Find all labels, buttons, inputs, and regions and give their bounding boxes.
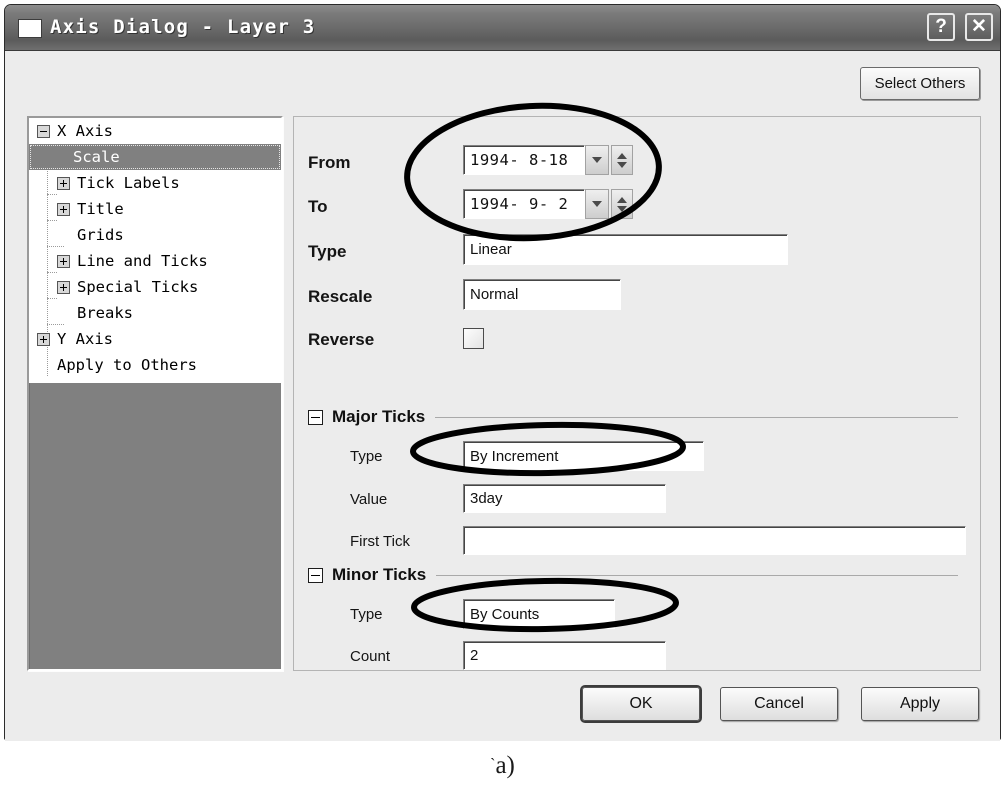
tree-connector-lineticks (47, 272, 57, 273)
rescale-combobox[interactable]: Normal (463, 279, 621, 310)
screenshot-root: Axis Dialog - Layer 3 ? ✕ Select Others (0, 0, 1005, 786)
collapse-minus-icon[interactable] (308, 567, 323, 583)
apply-button[interactable]: Apply (861, 687, 979, 721)
tree-item-label: Special Ticks (77, 278, 199, 296)
select-others-button[interactable]: Select Others (860, 67, 980, 100)
window-title: Axis Dialog - Layer 3 (50, 16, 316, 38)
spinner-up-icon (617, 196, 627, 203)
from-label: From (308, 153, 351, 172)
tree-item-label: Grids (77, 226, 124, 244)
tree-item-grids[interactable]: Grids (57, 222, 124, 248)
reverse-label: Reverse (308, 330, 375, 349)
from-dropdown-button[interactable] (585, 145, 609, 175)
expander-plus-icon[interactable] (57, 203, 70, 216)
axis-tree-panel[interactable]: X Axis Scale Tick Labels Title Grids Lin… (27, 116, 283, 671)
major-value-input[interactable]: 3day (463, 484, 666, 513)
group-divider (435, 416, 958, 418)
minor-count-label: Count (350, 648, 391, 665)
title-bar: Axis Dialog - Layer 3 ? ✕ (5, 5, 1000, 51)
major-type-label: Type (350, 448, 383, 465)
minor-type-combobox[interactable]: By Counts (463, 599, 615, 629)
major-type-combobox[interactable]: By Increment (463, 441, 704, 471)
type-combobox[interactable]: Linear (463, 234, 788, 265)
close-icon[interactable]: ✕ (965, 13, 993, 41)
first-tick-input[interactable] (463, 526, 966, 555)
chevron-down-icon (592, 157, 602, 163)
group-divider (436, 574, 958, 576)
expander-minus-icon[interactable] (37, 125, 50, 138)
cancel-button[interactable]: Cancel (720, 687, 838, 721)
rescale-label: Rescale (308, 287, 373, 306)
tree-item-x-axis[interactable]: X Axis (37, 118, 113, 144)
chevron-down-icon (592, 201, 602, 207)
minor-count-input[interactable]: 2 (463, 641, 666, 670)
collapse-minus-icon[interactable] (308, 409, 323, 425)
minor-type-label: Type (350, 606, 383, 623)
tree-connector-specialticks (47, 298, 57, 299)
reverse-checkbox[interactable] (463, 328, 484, 349)
from-date-field[interactable]: 1994- 8-18 (463, 145, 585, 175)
tree-item-label: Tick Labels (77, 174, 180, 192)
help-button[interactable]: ? (927, 13, 955, 41)
minor-ticks-group-header: Minor Ticks (308, 565, 958, 585)
caption-text: a) (495, 752, 515, 779)
tree-item-line-and-ticks[interactable]: Line and Ticks (57, 248, 208, 274)
tree-item-special-ticks[interactable]: Special Ticks (57, 274, 198, 300)
first-tick-label: First Tick (350, 533, 410, 550)
major-ticks-title: Major Ticks (332, 407, 426, 426)
major-ticks-group-header: Major Ticks (308, 407, 958, 427)
to-date-field[interactable]: 1994- 9- 2 (463, 189, 585, 219)
minor-ticks-title: Minor Ticks (332, 565, 427, 584)
figure-caption: `a) (0, 752, 1005, 780)
tree-item-label: X Axis (57, 122, 113, 140)
tree-item-y-axis[interactable]: Y Axis (37, 326, 113, 352)
expander-plus-icon[interactable] (57, 281, 70, 294)
tree-item-tick-labels[interactable]: Tick Labels (57, 170, 180, 196)
axis-dialog-window: Axis Dialog - Layer 3 ? ✕ Select Others (4, 4, 1001, 741)
tree-item-label: Scale (73, 148, 120, 166)
expander-plus-icon[interactable] (57, 255, 70, 268)
tree-item-label: Line and Ticks (77, 252, 208, 270)
expander-plus-icon[interactable] (37, 333, 50, 346)
window-icon (18, 19, 42, 38)
to-dropdown-button[interactable] (585, 189, 609, 219)
tree-item-breaks[interactable]: Breaks (57, 300, 133, 326)
tree-connector-ticklabels (47, 194, 57, 195)
tree-item-label: Y Axis (57, 330, 113, 348)
tree-item-apply-to-others[interactable]: Apply to Others (37, 352, 197, 378)
tree-item-title[interactable]: Title (57, 196, 124, 222)
to-label: To (308, 197, 328, 216)
spinner-up-icon (617, 152, 627, 159)
spinner-down-icon (617, 205, 627, 212)
from-spinner-buttons[interactable] (611, 145, 633, 175)
ok-button[interactable]: OK (582, 687, 700, 721)
type-label: Type (308, 242, 347, 261)
tree-connector-title (47, 220, 57, 221)
scale-settings-panel: From 1994- 8-18 To 1994- 9- 2 Type Linea… (293, 116, 981, 671)
tree-item-label: Title (77, 200, 124, 218)
major-value-label: Value (350, 491, 388, 508)
expander-plus-icon[interactable] (57, 177, 70, 190)
dialog-client-area: Select Others X Axis Scale Tick Labels T… (5, 51, 1000, 741)
tree-item-label: Breaks (77, 304, 133, 322)
tree-item-label: Apply to Others (57, 356, 197, 374)
tree-item-scale[interactable]: Scale (29, 144, 281, 170)
spinner-down-icon (617, 161, 627, 168)
to-spinner-buttons[interactable] (611, 189, 633, 219)
